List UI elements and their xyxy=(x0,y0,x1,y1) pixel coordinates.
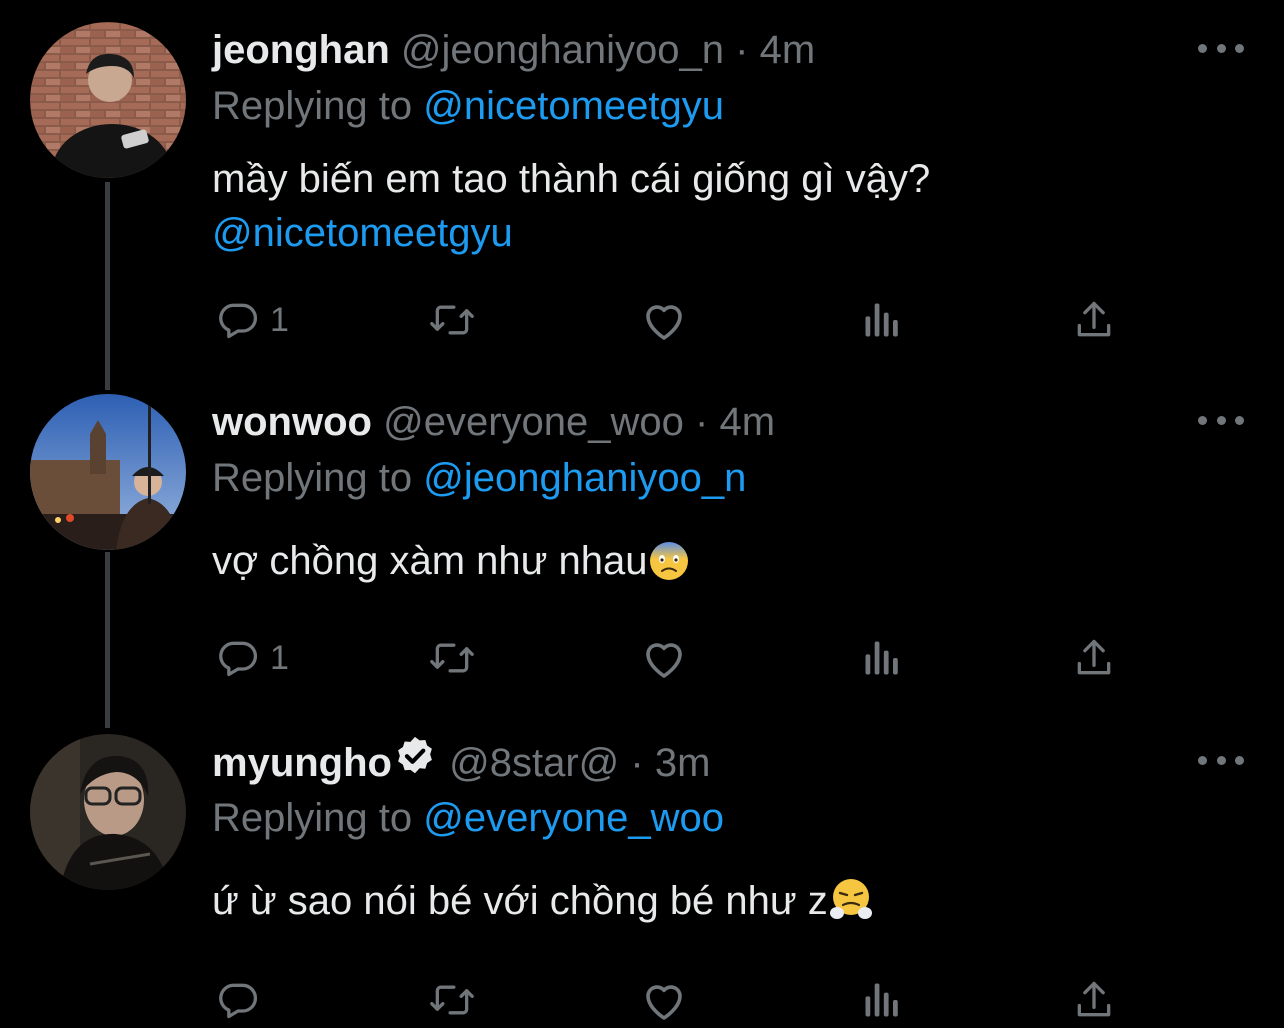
anxious-face-emoji xyxy=(648,540,690,596)
display-name[interactable]: jeonghan xyxy=(212,28,390,72)
views-button[interactable] xyxy=(860,292,904,348)
replying-to-line: Replying to @jeonghaniyoo_n xyxy=(212,450,746,506)
reply-button[interactable]: 1 xyxy=(216,630,289,686)
share-icon xyxy=(1072,978,1116,1022)
reply-button[interactable]: 1 xyxy=(216,292,289,348)
more-icon[interactable] xyxy=(1198,748,1244,772)
avatar[interactable] xyxy=(30,734,186,890)
replying-to-label: Replying to xyxy=(212,84,413,128)
retweet-icon xyxy=(426,636,478,680)
replying-to-label: Replying to xyxy=(212,796,413,840)
replying-to-mention[interactable]: @everyone_woo xyxy=(423,796,724,840)
reply-icon xyxy=(216,298,260,342)
like-icon xyxy=(640,298,688,342)
tweet[interactable]: wonwoo @everyone_woo · 4m Replying to @j… xyxy=(0,372,1284,712)
share-button[interactable] xyxy=(1072,292,1116,348)
retweet-button[interactable] xyxy=(426,292,478,348)
views-icon xyxy=(860,298,904,342)
retweet-button[interactable] xyxy=(426,972,478,1028)
tweet-header: myungho @8star@ · 3m xyxy=(212,734,710,795)
tweet-text: vợ chồng xàm như nhau xyxy=(212,534,690,596)
retweet-button[interactable] xyxy=(426,630,478,686)
share-icon xyxy=(1072,636,1116,680)
replying-to-line: Replying to @nicetomeetgyu xyxy=(212,78,724,134)
reply-count: 1 xyxy=(270,638,289,677)
avatar[interactable] xyxy=(30,22,186,178)
tweet-actions xyxy=(212,972,1132,1028)
tweet-text: mầy biến em tao thành cái giống gì vậy? … xyxy=(212,152,930,260)
views-icon xyxy=(860,636,904,680)
views-button[interactable] xyxy=(860,972,904,1028)
user-handle[interactable]: @8star@ xyxy=(449,741,619,785)
like-icon xyxy=(640,978,688,1022)
tweet-text-line: mầy biến em tao thành cái giống gì vậy? xyxy=(212,157,931,201)
replying-to-mention[interactable]: @nicetomeetgyu xyxy=(423,84,724,128)
tweet[interactable]: myungho @8star@ · 3m Replying to @everyo… xyxy=(0,712,1284,1024)
tweet-header: wonwoo @everyone_woo · 4m xyxy=(212,394,775,450)
more-icon[interactable] xyxy=(1198,408,1244,432)
tweet-text-line: ứ ừ sao nói bé với chồng bé như z xyxy=(212,879,828,923)
tweet-text-mention[interactable]: @nicetomeetgyu xyxy=(212,206,930,260)
like-button[interactable] xyxy=(640,630,688,686)
like-button[interactable] xyxy=(640,972,688,1028)
separator-dot: · xyxy=(735,28,749,72)
verified-badge-icon xyxy=(392,734,438,795)
user-handle[interactable]: @everyone_woo xyxy=(383,400,684,444)
timestamp[interactable]: 3m xyxy=(655,741,711,785)
tweet-actions: 1 xyxy=(212,292,1132,348)
tweet-text-line: vợ chồng xàm như nhau xyxy=(212,539,648,583)
reply-count: 1 xyxy=(270,300,289,339)
more-icon[interactable] xyxy=(1198,36,1244,60)
like-button[interactable] xyxy=(640,292,688,348)
separator-dot: · xyxy=(630,741,644,785)
steam-from-nose-emoji xyxy=(828,876,874,936)
tweet-text: ứ ừ sao nói bé với chồng bé như z xyxy=(212,874,874,936)
separator-dot: · xyxy=(695,400,709,444)
timestamp[interactable]: 4m xyxy=(719,400,775,444)
like-icon xyxy=(640,636,688,680)
replying-to-mention[interactable]: @jeonghaniyoo_n xyxy=(423,456,746,500)
views-icon xyxy=(860,978,904,1022)
user-handle[interactable]: @jeonghaniyoo_n xyxy=(401,28,724,72)
share-button[interactable] xyxy=(1072,972,1116,1028)
share-button[interactable] xyxy=(1072,630,1116,686)
tweet-header: jeonghan @jeonghaniyoo_n · 4m xyxy=(212,22,815,78)
reply-icon xyxy=(216,636,260,680)
retweet-icon xyxy=(426,978,478,1022)
replying-to-label: Replying to xyxy=(212,456,413,500)
replying-to-line: Replying to @everyone_woo xyxy=(212,790,724,846)
reply-icon xyxy=(216,978,260,1022)
timestamp[interactable]: 4m xyxy=(760,28,816,72)
views-button[interactable] xyxy=(860,630,904,686)
share-icon xyxy=(1072,298,1116,342)
tweet[interactable]: jeonghan @jeonghaniyoo_n · 4m Replying t… xyxy=(0,0,1284,380)
tweet-actions: 1 xyxy=(212,630,1132,686)
display-name[interactable]: myungho xyxy=(212,741,392,785)
reply-button[interactable] xyxy=(216,972,270,1028)
avatar[interactable] xyxy=(30,394,186,550)
retweet-icon xyxy=(426,298,478,342)
display-name[interactable]: wonwoo xyxy=(212,400,372,444)
